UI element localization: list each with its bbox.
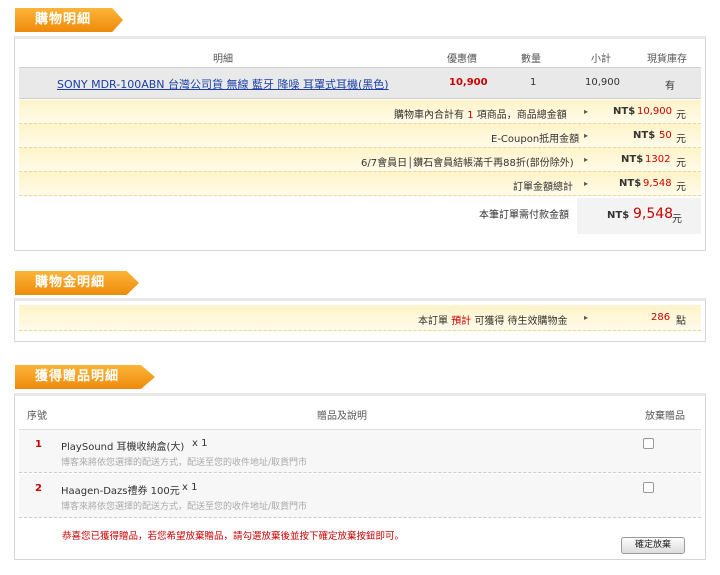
pay-label: 本筆訂單需付款金額	[479, 210, 569, 221]
credit-est: 預計	[451, 316, 472, 327]
credit-section: 本訂單 預計 可獲得 待生效購物金 ▸ 286 點	[14, 298, 706, 342]
item-price: 10,900	[449, 77, 488, 88]
coupon-currency: NT$	[633, 130, 656, 141]
order-unit: 元	[676, 182, 686, 193]
coupon-unit: 元	[676, 134, 686, 145]
credit-section-tab: 購物金明細	[15, 271, 139, 295]
credit-post: 可獲得 待生效購物金	[474, 316, 568, 327]
gift-row: 2 Haagen-Dazs禮券 100元 x 1 博客來將依您選擇的配送方式，配…	[19, 474, 701, 518]
triangle-right-icon: ▸	[584, 131, 589, 140]
triangle-right-icon: ▸	[584, 155, 589, 164]
promo-currency: NT$	[621, 154, 644, 165]
credit-row: 本訂單 預計 可獲得 待生效購物金 ▸ 286 點	[19, 305, 701, 331]
credit-section-title: 購物金明細	[35, 275, 106, 290]
total-count: 1	[467, 110, 474, 121]
total-unit: 元	[676, 110, 686, 121]
header-detail: 明細	[213, 54, 233, 65]
summary-total-label: 購物車內合計有 1 項商品，商品總金額	[394, 106, 567, 121]
header-subtotal: 小計	[591, 54, 611, 65]
total-post: 項商品，商品總金額	[476, 110, 567, 121]
gift-section-title: 獲得贈品明細	[35, 369, 120, 384]
order-value: 9,548	[643, 178, 672, 189]
header-price: 優惠價	[447, 54, 477, 65]
total-currency: NT$	[613, 106, 636, 117]
gift-note: 博客來將依您選擇的配送方式，配送至您的收件地址/取貨門市	[61, 502, 308, 512]
credit-pre: 本訂單	[418, 316, 448, 327]
promo-label: 6/7會員日│鑽石會員結帳滿千再88折(部份除外)	[361, 158, 574, 169]
gift-section: 序號 贈品及說明 放棄贈品 1 PlaySound 耳機收納盒(大) x 1 博…	[14, 393, 706, 560]
cart-section-title: 購物明細	[35, 12, 92, 27]
summary-coupon-row: E-Coupon抵用金額 ▸ NT$ 50 元	[19, 124, 701, 148]
credit-unit: 點	[676, 316, 686, 327]
gift-qty: x 1	[192, 438, 208, 449]
gift-seq: 1	[35, 439, 42, 450]
gift-qty: x 1	[182, 482, 198, 493]
pay-currency: NT$	[607, 210, 630, 221]
coupon-label: E-Coupon抵用金額	[491, 134, 580, 145]
triangle-right-icon: ▸	[584, 107, 589, 116]
gift-row: 1 PlaySound 耳機收納盒(大) x 1 博客來將依您選擇的配送方式，配…	[19, 429, 701, 473]
cart-section: 明細 優惠價 數量 小計 現貨庫存 SONY MDR-100ABN 台灣公司貨 …	[14, 36, 706, 251]
total-value: 10,900	[637, 106, 672, 117]
gift-seq: 2	[35, 483, 42, 494]
summary-promo-row: 6/7會員日│鑽石會員結帳滿千再88折(部份除外) ▸ NT$ 1302 元	[19, 148, 701, 172]
item-name-link[interactable]: SONY MDR-100ABN 台灣公司貨 無線 藍牙 降噪 耳罩式耳機(黑色)	[57, 76, 389, 92]
pay-unit: 元	[672, 214, 682, 225]
item-subtotal: 10,900	[585, 77, 620, 88]
header-stock: 現貨庫存	[647, 54, 687, 65]
gift-notice: 恭喜您已獲得贈品，若您希望放棄贈品，請勾選放棄後並按下確定放棄按鈕即可。	[62, 531, 405, 542]
order-currency: NT$	[619, 178, 642, 189]
summary-order-row: 訂單金額總計 ▸ NT$ 9,548 元	[19, 172, 701, 196]
summary-total-row: 購物車內合計有 1 項商品，商品總金額 ▸ NT$ 10,900 元	[19, 100, 701, 124]
gift-name: PlaySound 耳機收納盒(大)	[61, 442, 185, 453]
header-drop: 放棄贈品	[645, 411, 685, 422]
drop-gift-checkbox[interactable]	[643, 482, 654, 493]
credit-label: 本訂單 預計 可獲得 待生效購物金	[418, 312, 568, 327]
header-desc: 贈品及說明	[317, 411, 367, 422]
pay-value: 9,548	[633, 206, 674, 222]
header-seq: 序號	[27, 411, 47, 422]
header-qty: 數量	[521, 54, 541, 65]
gift-note: 博客來將依您選擇的配送方式，配送至您的收件地址/取貨門市	[61, 458, 308, 468]
cart-item-row: SONY MDR-100ABN 台灣公司貨 無線 藍牙 降噪 耳罩式耳機(黑色)…	[19, 67, 701, 99]
promo-unit: 元	[676, 158, 686, 169]
triangle-right-icon: ▸	[584, 179, 589, 188]
credit-value: 286	[651, 312, 671, 323]
promo-value: 1302	[645, 154, 671, 165]
item-stock: 有	[665, 81, 675, 92]
cart-section-tab: 購物明細	[15, 8, 123, 32]
confirm-drop-button[interactable]: 確定放棄	[621, 537, 685, 554]
total-pre: 購物車內合計有	[394, 110, 464, 121]
order-label: 訂單金額總計	[513, 182, 573, 193]
drop-gift-checkbox[interactable]	[643, 438, 654, 449]
pay-box: NT$ 9,548 元	[577, 198, 701, 234]
triangle-right-icon: ▸	[584, 313, 589, 322]
coupon-value: 50	[659, 130, 672, 141]
gift-section-tab: 獲得贈品明細	[15, 365, 155, 389]
gift-name: Haagen-Dazs禮券 100元	[61, 486, 180, 497]
item-qty: 1	[530, 77, 537, 88]
